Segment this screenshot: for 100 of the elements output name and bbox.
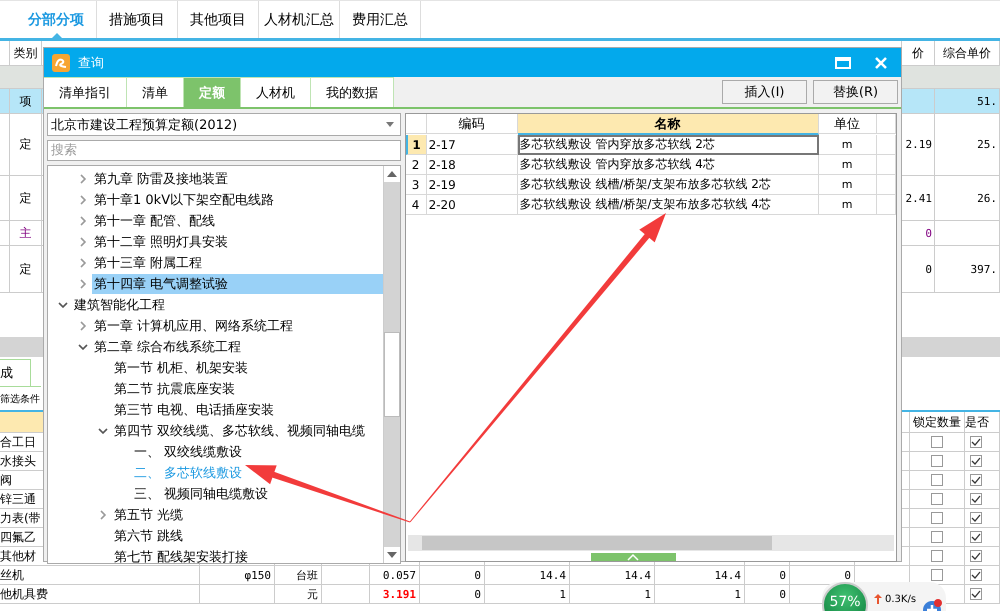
checkbox[interactable]	[931, 512, 943, 524]
checkbox[interactable]	[970, 569, 982, 581]
table-row[interactable]: 1 2-17 多芯软线敷设 管内穿放多芯软线 2芯 m	[406, 135, 896, 155]
table-cell[interactable]: 多芯软线敷设 管内穿放多芯软线 2芯	[518, 135, 819, 155]
checkbox[interactable]	[970, 550, 982, 562]
chevron-right-icon[interactable]	[78, 174, 88, 184]
header-cell	[876, 114, 896, 134]
tab[interactable]: 清单	[127, 77, 184, 107]
dialog-button[interactable]: 替换(R)	[813, 80, 898, 104]
tree-item[interactable]: 第十二章 照明灯具安装	[92, 232, 230, 252]
chevron-right-icon[interactable]	[78, 258, 88, 268]
table-row[interactable]: 3 2-19 多芯软线敷设 线槽/桥架/支架布放多芯软线 2芯 m	[406, 175, 896, 195]
tab[interactable]: 人材机	[241, 77, 311, 107]
table-cell: 26.	[977, 192, 997, 204]
scroll-up-icon[interactable]	[386, 171, 397, 177]
table-cell: 25.	[977, 138, 997, 151]
checkbox[interactable]	[931, 569, 943, 581]
scrollbar[interactable]	[408, 535, 894, 551]
tab[interactable]: 费用汇总	[340, 1, 421, 38]
column-header: 是否	[965, 414, 989, 430]
tree-item[interactable]: 第一章 计算机应用、网络系统工程	[92, 316, 296, 336]
chevron-down-icon[interactable]	[78, 342, 88, 352]
table-cell: 定	[20, 190, 32, 206]
tree-item[interactable]: 第十四章 电气调整试验	[92, 274, 383, 294]
row-number: 1	[406, 135, 427, 155]
column-header[interactable]: 单位	[818, 114, 877, 134]
tab[interactable]: 人材机汇总	[259, 1, 340, 38]
chevron-down-icon[interactable]	[98, 426, 108, 436]
dropdown-caret-icon[interactable]	[386, 122, 394, 127]
table-cell: 0	[745, 585, 790, 604]
table-cell: 0	[925, 262, 932, 276]
checkbox[interactable]	[970, 455, 982, 467]
table-cell: 定	[20, 136, 32, 153]
tab[interactable]: 措施项目	[97, 1, 178, 38]
chevron-down-icon[interactable]	[58, 300, 68, 310]
table-cell: 2-17	[426, 135, 518, 155]
checkbox[interactable]	[931, 493, 943, 505]
table-cell	[876, 175, 896, 195]
checkbox[interactable]	[970, 588, 982, 600]
tree-item[interactable]: 第三节 电视、电话插座安装	[112, 400, 276, 420]
checkbox[interactable]	[970, 436, 982, 448]
table-cell: 0	[925, 226, 932, 240]
tree-item[interactable]: 第十三章 附属工程	[92, 252, 204, 272]
chevron-right-icon[interactable]	[78, 216, 88, 226]
tree-item[interactable]: 第二章 综合布线系统工程	[92, 336, 244, 356]
chevron-right-icon[interactable]	[98, 510, 108, 520]
table-cell: 3.191	[370, 585, 420, 604]
table-cell: 2.41	[906, 192, 932, 204]
chevron-right-icon[interactable]	[78, 194, 88, 204]
table-cell[interactable]: 多芯软线敷设 线槽/桥架/支架布放多芯软线 2芯	[518, 175, 819, 195]
column-header[interactable]: 名称	[518, 114, 819, 135]
table-cell: 51.	[977, 94, 997, 108]
tree-item[interactable]: 建筑智能化工程	[72, 294, 167, 314]
search-field[interactable]: 搜索	[47, 140, 401, 161]
table-cell	[876, 135, 896, 155]
scrollbar[interactable]	[382, 166, 400, 563]
table-cell: 1	[655, 585, 745, 604]
tree-item[interactable]: 第十一章 配管、配线	[92, 210, 218, 230]
close-icon[interactable]	[875, 56, 887, 68]
table-cell: 14.4	[655, 566, 745, 585]
table-row[interactable]: 2 2-18 多芯软线敷设 管内穿放多芯软线 4芯 m	[406, 155, 896, 175]
checkbox[interactable]	[970, 493, 982, 505]
tree-item[interactable]: 第九章 防雷及接地装置	[92, 168, 230, 188]
library-dropdown[interactable]: 北京市建设工程预算定额(2012)	[47, 113, 401, 136]
tab[interactable]: 成	[0, 359, 31, 387]
tab[interactable]: 清单指引	[44, 77, 127, 107]
maximize-icon[interactable]	[835, 56, 851, 68]
table-cell: 0	[745, 566, 790, 585]
chevron-right-icon[interactable]	[78, 278, 88, 288]
table-cell: m	[818, 195, 877, 215]
checkbox[interactable]	[931, 455, 943, 467]
checkbox[interactable]	[931, 436, 943, 448]
tree-item[interactable]: 第六节 跳线	[112, 526, 186, 546]
table-cell	[322, 585, 370, 604]
tree-item[interactable]: 第十章1 0kV以下架空配电线路	[92, 190, 276, 210]
checkbox[interactable]	[931, 531, 943, 543]
table-cell[interactable]: 多芯软线敷设 管内穿放多芯软线 4芯	[518, 155, 819, 175]
table-cell: 0.057	[370, 566, 420, 585]
tree-item[interactable]: 第二节 抗震底座安装	[112, 378, 238, 398]
column-header[interactable]: 编码	[426, 114, 518, 134]
table-cell: 2-18	[426, 155, 518, 175]
chevron-right-icon[interactable]	[78, 320, 88, 330]
scroll-down-icon[interactable]	[386, 552, 397, 558]
table-cell: 0	[420, 566, 485, 585]
chevron-right-icon[interactable]	[78, 236, 88, 246]
tab[interactable]: 其他项目	[178, 1, 259, 38]
checkbox[interactable]	[970, 474, 982, 486]
scroll-thumb[interactable]	[384, 332, 400, 417]
checkbox[interactable]	[970, 531, 982, 543]
dialog-button[interactable]: 插入(I)	[722, 80, 807, 104]
checkbox[interactable]	[970, 512, 982, 524]
table-cell: φ150	[200, 566, 275, 585]
collapse-handle[interactable]	[590, 553, 676, 561]
tab[interactable]: 我的数据	[311, 77, 394, 107]
table-row[interactable]: 4 2-20 多芯软线敷设 线槽/桥架/支架布放多芯软线 4芯 m	[406, 195, 896, 215]
tree-item[interactable]: 第一节 机柜、机架安装	[112, 358, 250, 378]
table-cell[interactable]: 多芯软线敷设 线槽/桥架/支架布放多芯软线 4芯	[518, 195, 819, 215]
row-number: 3	[406, 175, 427, 195]
checkbox[interactable]	[931, 550, 943, 562]
checkbox[interactable]	[931, 474, 943, 486]
